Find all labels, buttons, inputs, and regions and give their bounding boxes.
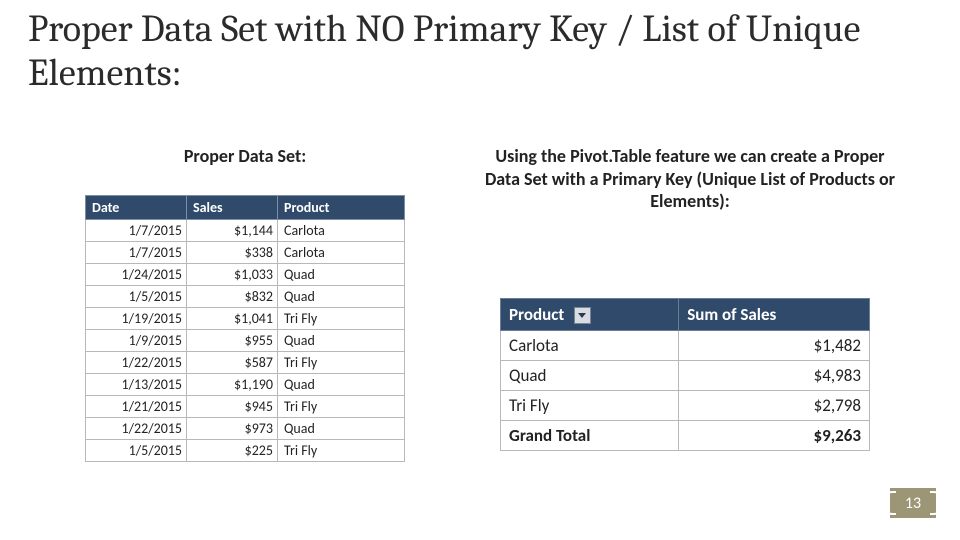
table-row: Carlota$1,482 [501, 331, 870, 361]
table-row: 1/9/2015$955Quad [86, 330, 405, 352]
table-row: Tri Fly$2,798 [501, 391, 870, 421]
raw-data-table: Date Sales Product 1/7/2015$1,144Carlota… [85, 195, 405, 462]
table-row: 1/21/2015$945Tri Fly [86, 396, 405, 418]
table-row: 1/24/2015$1,033Quad [86, 264, 405, 286]
page-number: 13 [905, 494, 921, 513]
page-number-badge: 13 [890, 488, 936, 518]
pivot-header-sum: Sum of Sales [679, 299, 870, 331]
table-row: 1/13/2015$1,190Quad [86, 374, 405, 396]
table-row: 1/7/2015$338Carlota [86, 242, 405, 264]
grand-total-row: Grand Total$9,263 [501, 421, 870, 451]
table-row: 1/7/2015$1,144Carlota [86, 220, 405, 242]
table-row: 1/5/2015$225Tri Fly [86, 440, 405, 462]
chevron-down-icon[interactable] [574, 307, 591, 324]
pivot-header-product[interactable]: Product [501, 299, 679, 331]
table-row: 1/19/2015$1,041Tri Fly [86, 308, 405, 330]
pivot-table: Product Sum of Sales Carlota$1,482 Quad$… [500, 298, 870, 451]
table-row: 1/22/2015$587Tri Fly [86, 352, 405, 374]
col-header-product: Product [278, 196, 405, 220]
table-row: Quad$4,983 [501, 361, 870, 391]
table-row: 1/5/2015$832Quad [86, 286, 405, 308]
right-subheading: Using the Pivot.Table feature we can cre… [480, 145, 900, 213]
left-subheading: Proper Data Set: [85, 145, 405, 167]
col-header-date: Date [86, 196, 187, 220]
slide-title: Proper Data Set with NO Primary Key / Li… [28, 8, 936, 95]
table-row: 1/22/2015$973Quad [86, 418, 405, 440]
col-header-sales: Sales [187, 196, 278, 220]
